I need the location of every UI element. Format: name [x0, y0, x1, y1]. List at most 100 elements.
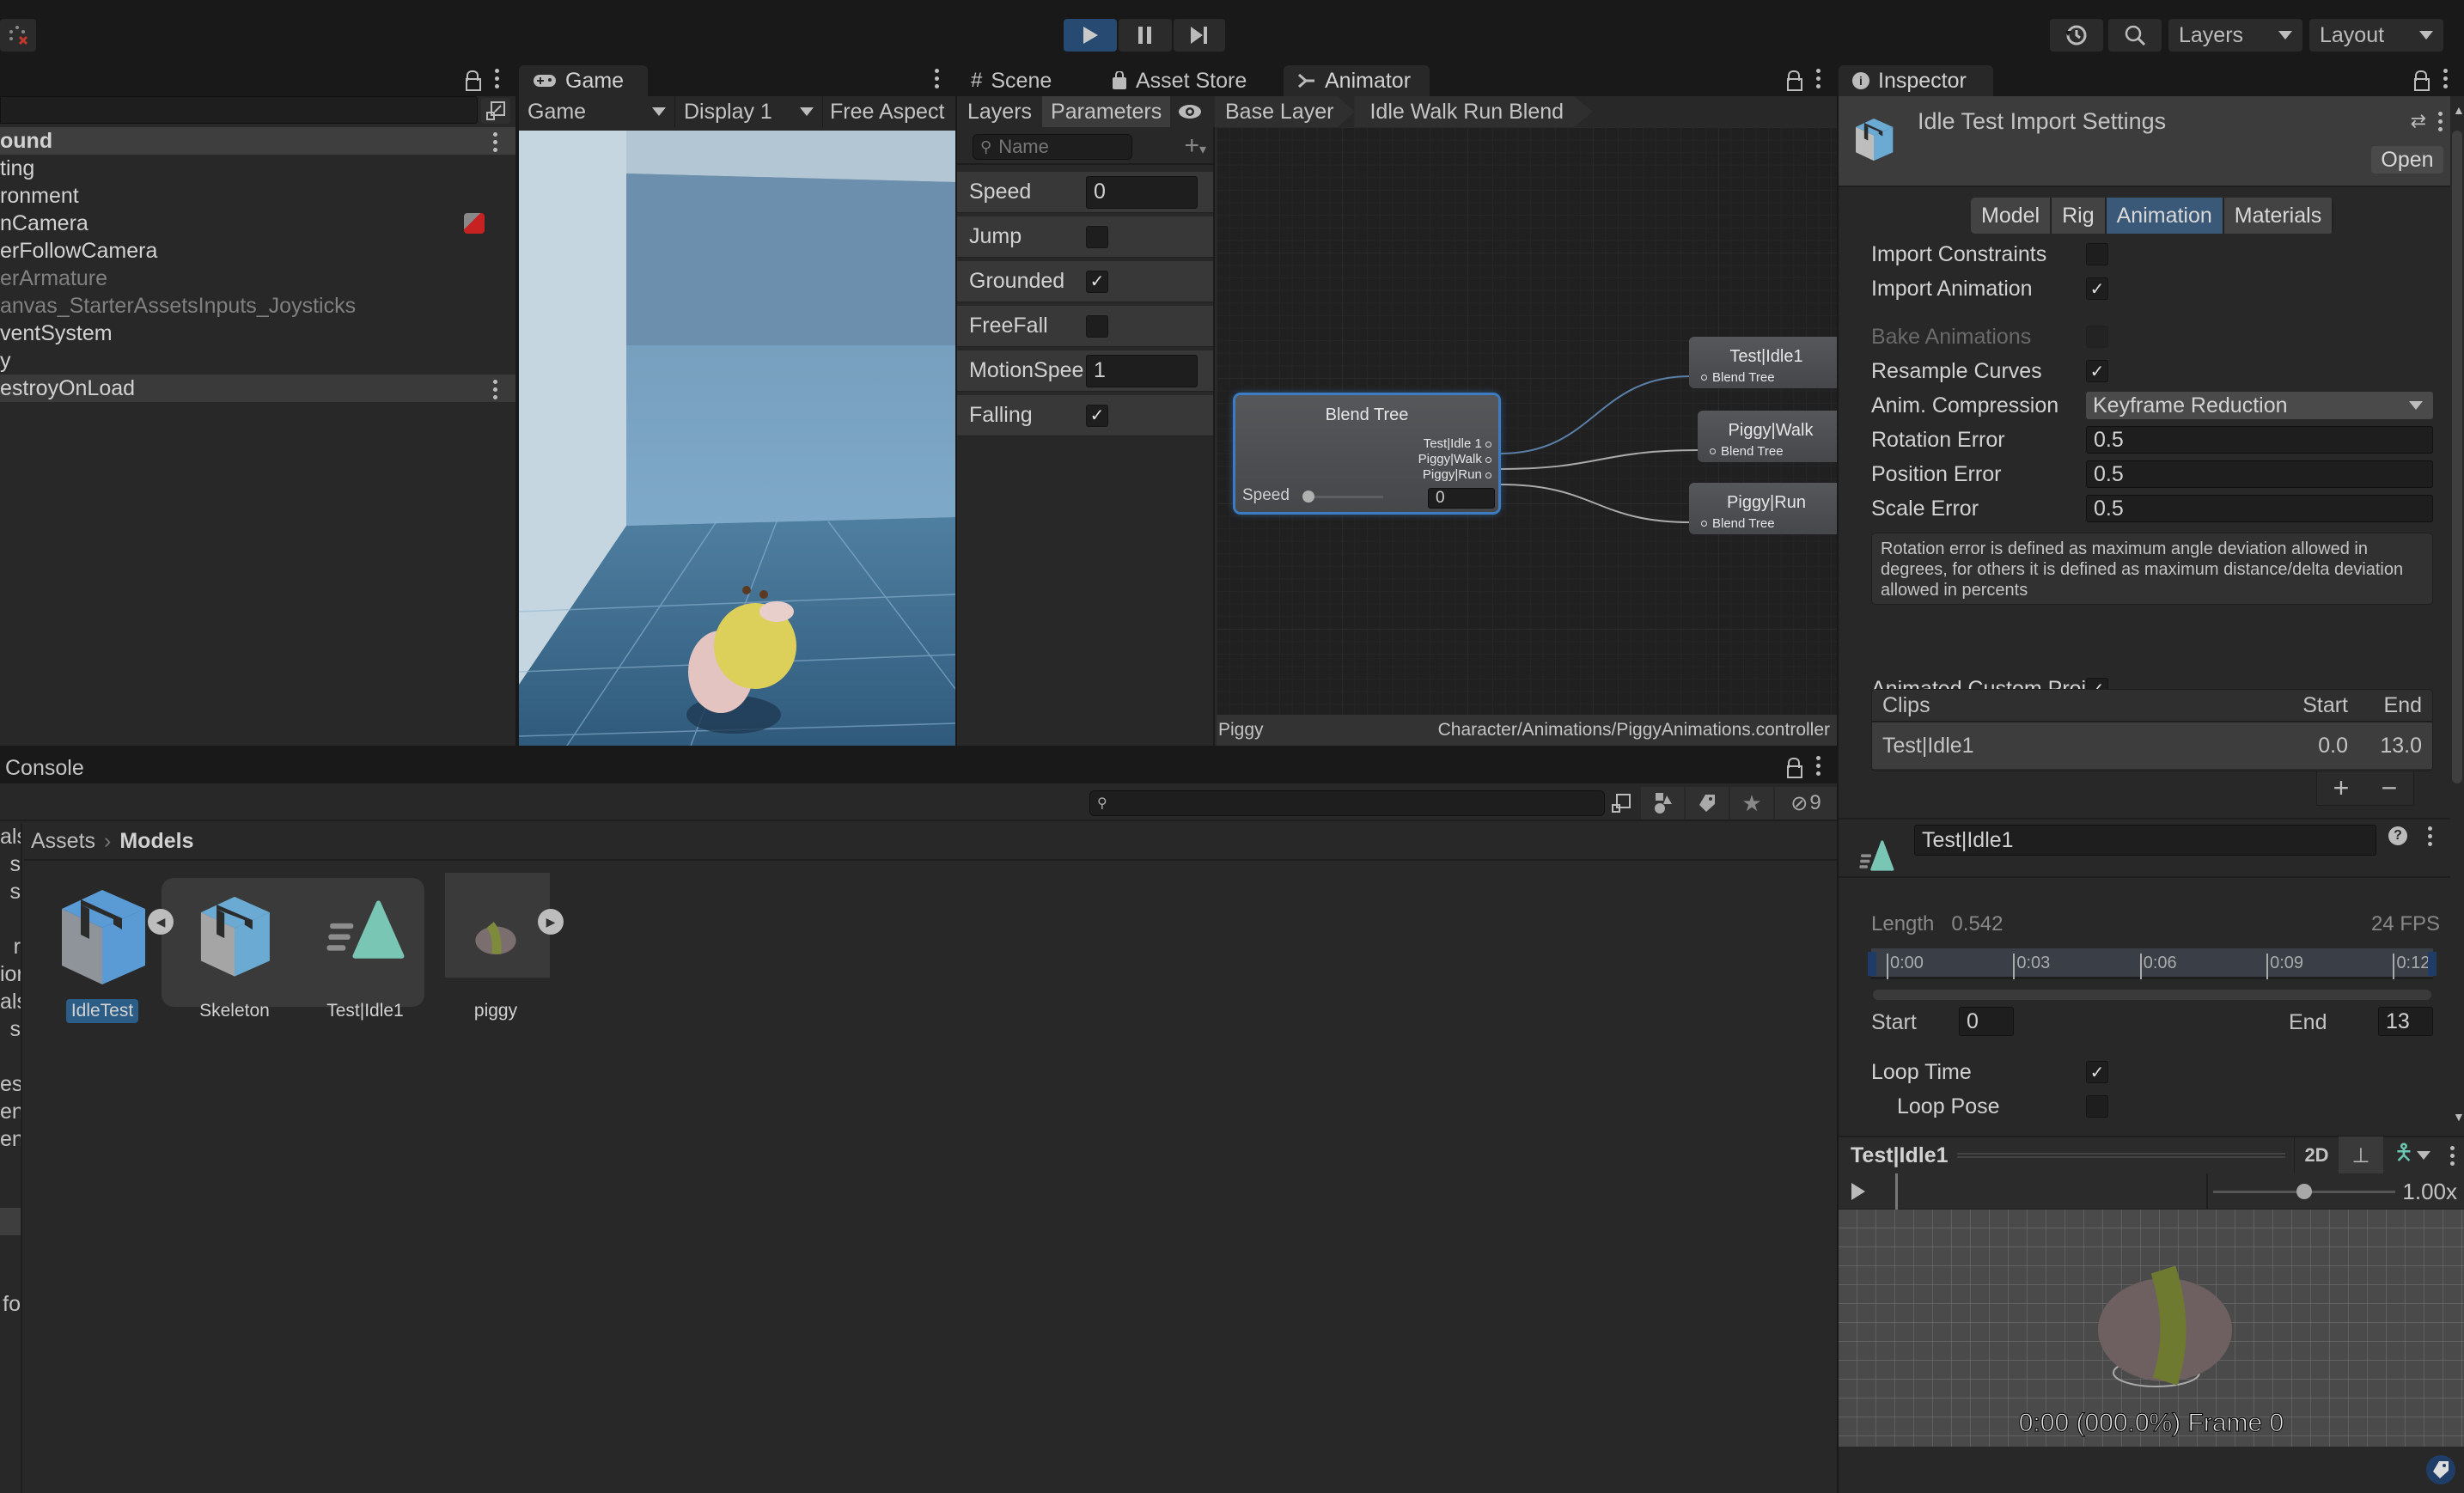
tab-rig[interactable]: Rig [2052, 198, 2107, 234]
folder-tree-item[interactable]: es [0, 1070, 21, 1098]
blend-param-input[interactable]: 0 [1428, 488, 1495, 509]
tab-parameters[interactable]: Parameters [1042, 96, 1171, 127]
motion-node-run[interactable]: Piggy|Run Blend Tree [1689, 483, 1837, 534]
clip-start-input[interactable]: 0 [1959, 1007, 2014, 1036]
folder-tree-item[interactable]: fo [0, 1290, 21, 1318]
parameter-checkbox[interactable] [1086, 314, 1108, 338]
folder-tree-item[interactable]: en [0, 1098, 21, 1125]
hierarchy-item[interactable]: nCamera [0, 210, 515, 237]
resample-curves-checkbox[interactable]: ✓ [2086, 360, 2108, 382]
parameter-value-input[interactable]: 0 [1086, 175, 1198, 209]
tab-inspector[interactable]: i Inspector [1839, 65, 1993, 96]
aspect-dropdown[interactable]: Free Aspect [823, 96, 955, 127]
folder-tree-item[interactable] [0, 905, 21, 933]
filter-by-label-button[interactable] [1686, 787, 1729, 820]
preview-speed-slider[interactable] [2213, 1184, 2395, 1199]
folder-tree-item[interactable] [0, 1043, 21, 1070]
asset-item[interactable]: piggy [440, 874, 552, 1023]
clip-timeline[interactable]: 0:00 0:03 0:06 0:09 0:12 [1868, 948, 2437, 979]
slider-knob[interactable] [1302, 491, 1314, 503]
folder-tree-item[interactable]: ior [0, 960, 21, 988]
breadcrumb-base-layer[interactable]: Base Layer [1215, 96, 1355, 127]
blend-tree-node[interactable]: Blend Tree Test|Idle 1 Piggy|Walk Piggy|… [1235, 395, 1498, 512]
hierarchy-item[interactable]: y [0, 347, 515, 375]
breadcrumb-models[interactable]: Models [119, 829, 193, 854]
preset-icon[interactable]: ⇄ [2411, 110, 2426, 132]
preview-drag-handle[interactable] [1956, 1153, 2285, 1158]
import-animation-checkbox[interactable]: ✓ [2086, 277, 2108, 300]
lock-icon[interactable] [466, 70, 481, 91]
more-options-icon[interactable] [2438, 112, 2443, 131]
preview-viewport[interactable]: 0:00 (000.0%) Frame 0 [1839, 1210, 2464, 1447]
folder-tree-item[interactable]: s [0, 878, 21, 905]
expand-subassets-button[interactable]: ▶ [538, 909, 564, 935]
timeline-end-marker[interactable] [2428, 952, 2437, 976]
game-mode-dropdown[interactable]: Game [519, 96, 675, 127]
timeline-start-marker[interactable] [1868, 952, 1876, 976]
search-scope-button[interactable] [481, 98, 510, 124]
parameter-row[interactable]: FreeFall [957, 306, 1213, 347]
pivot-toggle[interactable]: ⊥ [2339, 1137, 2383, 1174]
scroll-up-icon[interactable]: ▲ [2453, 103, 2464, 117]
clip-end-input[interactable]: 13 [2378, 1007, 2433, 1036]
parameter-row[interactable]: Speed 0 [957, 172, 1213, 213]
preview-play-button[interactable] [1851, 1182, 1866, 1207]
tab-materials[interactable]: Materials [2223, 198, 2334, 234]
folder-tree-item[interactable]: s [0, 850, 21, 878]
blend-param-slider[interactable] [1302, 491, 1383, 503]
folder-tree-item[interactable] [0, 1180, 21, 1208]
tab-scene[interactable]: # Scene [957, 65, 1095, 96]
more-options-icon[interactable] [493, 380, 498, 399]
asset-item[interactable]: Test|Idle1 [309, 874, 421, 1023]
collab-status-button[interactable] [0, 19, 36, 52]
project-search-input[interactable]: ⚲ [1089, 790, 1605, 816]
loop-time-checkbox[interactable]: ✓ [2086, 1061, 2108, 1083]
hierarchy-item[interactable]: estroyOnLoad [0, 375, 515, 402]
tab-animator[interactable]: Animator [1284, 65, 1430, 96]
parameter-value-input[interactable]: 1 [1086, 354, 1198, 387]
hierarchy-item[interactable]: ventSystem [0, 320, 515, 347]
filter-by-type-button[interactable] [1641, 787, 1684, 820]
more-options-icon[interactable] [2450, 1145, 2455, 1166]
hierarchy-item[interactable]: erArmature [0, 265, 515, 292]
tab-animation[interactable]: Animation [2106, 198, 2224, 234]
asset-item[interactable]: Skeleton [179, 874, 290, 1023]
motion-node-idle[interactable]: Test|Idle1 Blend Tree [1689, 337, 1837, 388]
tab-console[interactable]: Console [0, 753, 98, 783]
visibility-toggle[interactable] [1170, 96, 1210, 127]
parameter-checkbox[interactable] [1086, 225, 1108, 248]
position-error-input[interactable]: 0.5 [2086, 460, 2433, 488]
help-icon[interactable]: ? [2388, 826, 2407, 845]
tab-model[interactable]: Model [1971, 198, 2052, 234]
scrollbar-thumb[interactable] [2452, 131, 2462, 783]
hierarchy-item[interactable]: anvas_StarterAssetsInputs_Joysticks [0, 292, 515, 320]
layers-dropdown[interactable]: Layers [2168, 19, 2302, 52]
param-search-input[interactable]: ⚲ Name [973, 134, 1132, 160]
folder-tree-item[interactable]: r [0, 933, 21, 960]
add-clip-button[interactable]: + [2333, 772, 2350, 804]
game-viewport[interactable] [519, 131, 955, 746]
hierarchy-item[interactable]: ound [0, 127, 515, 155]
step-button[interactable] [1174, 19, 1225, 52]
collapse-subassets-button[interactable]: ◀ [148, 909, 174, 935]
folder-tree-item[interactable]: als [0, 823, 21, 850]
more-options-icon[interactable] [2443, 69, 2449, 88]
animator-graph[interactable]: Blend Tree Test|Idle 1 Piggy|Walk Piggy|… [1217, 127, 1837, 715]
folder-tree-item[interactable] [0, 1208, 21, 1235]
parameter-row[interactable]: Grounded ✓ [957, 261, 1213, 302]
open-button[interactable]: Open [2371, 146, 2443, 174]
clip-row[interactable]: Test|Idle1 0.0 13.0 [1872, 722, 2432, 769]
tab-game[interactable]: Game [519, 65, 648, 96]
favorites-button[interactable]: ★ [1730, 787, 1773, 820]
tab-layers[interactable]: Layers [957, 96, 1042, 127]
folder-tree-item[interactable] [0, 1235, 21, 1263]
folder-tree-item[interactable] [0, 1263, 21, 1290]
hierarchy-search-input[interactable] [0, 96, 478, 124]
loop-pose-checkbox[interactable] [2086, 1095, 2108, 1118]
inspector-scrollbar[interactable]: ▲ ▼ [2450, 96, 2464, 1127]
import-constraints-checkbox[interactable] [2086, 243, 2108, 265]
tab-asset-store[interactable]: Asset Store [1098, 65, 1278, 96]
slider-knob[interactable] [2296, 1184, 2312, 1199]
parameter-row[interactable]: Falling ✓ [957, 395, 1213, 436]
pause-button[interactable] [1119, 19, 1172, 52]
